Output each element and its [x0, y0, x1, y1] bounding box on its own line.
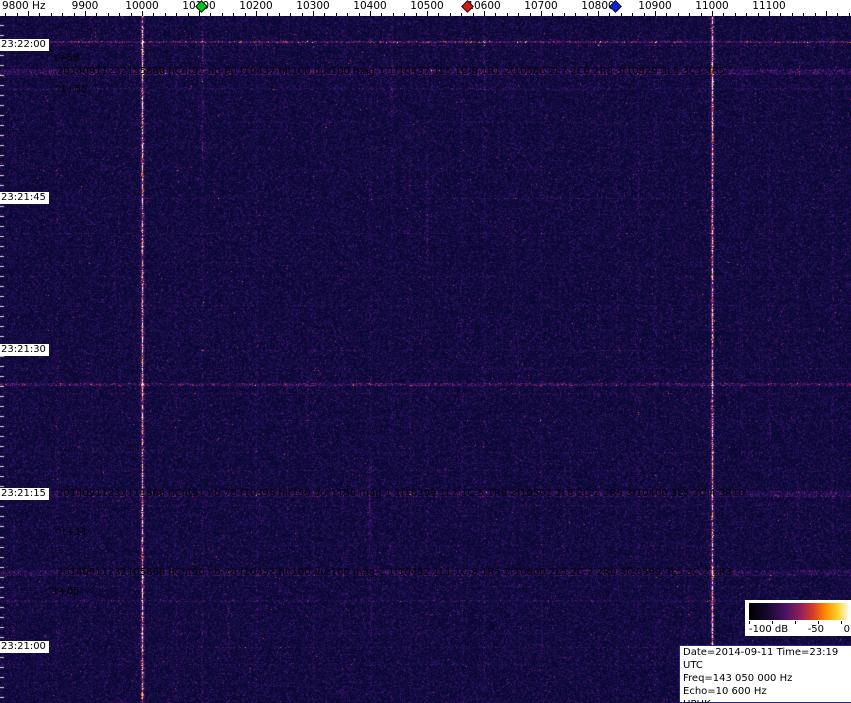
freq-axis-minor-tick	[51, 13, 52, 16]
freq-axis-minor-tick	[530, 13, 531, 16]
freq-axis-minor-tick	[780, 13, 781, 16]
freq-axis-minor-tick	[632, 13, 633, 16]
freq-axis-minor-tick	[552, 13, 553, 16]
info-station-id: HPHK	[683, 698, 851, 703]
freq-axis-minor-tick	[96, 13, 97, 16]
freq-axis-minor-tick	[267, 13, 268, 16]
freq-axis-minor-tick	[5, 13, 6, 16]
time-offset-marker: ^t+58	[46, 53, 80, 64]
freq-axis-minor-tick	[290, 13, 291, 16]
freq-axis-minor-tick	[165, 13, 166, 16]
freq-axis-minor-tick	[62, 13, 63, 16]
freq-tick-label: 10400	[353, 0, 387, 12]
freq-axis-minor-tick	[336, 13, 337, 16]
colorbar-gradient	[749, 603, 850, 620]
freq-axis-minor-tick	[621, 13, 622, 16]
freq-axis-minor-tick	[17, 13, 18, 16]
freq-axis-minor-tick	[678, 13, 679, 16]
freq-axis-minor-tick	[575, 13, 576, 16]
freq-axis-minor-tick	[507, 13, 508, 16]
time-offset-marker: ^t+55	[54, 84, 88, 95]
freq-axis-minor-tick	[701, 13, 702, 16]
detection-event-text: 20140911232111868 hCnt91 nb-78 f10399 hi…	[57, 488, 745, 499]
freq-axis-minor-tick	[188, 13, 189, 16]
freq-axis-minor-tick	[746, 13, 747, 16]
freq-axis-minor-tick	[416, 13, 417, 16]
freq-tick-label: 11100	[752, 0, 786, 12]
freq-axis-minor-tick	[245, 13, 246, 16]
info-echo-frequency: Echo=10 600 Hz	[683, 686, 767, 697]
freq-tick-label: 10000	[125, 0, 159, 12]
freq-axis-minor-tick	[438, 13, 439, 16]
freq-axis-minor-tick	[723, 13, 724, 16]
time-offset-marker: ^t+05	[46, 586, 80, 597]
freq-axis-minor-tick	[210, 13, 211, 16]
freq-axis-minor-tick	[404, 13, 405, 16]
freq-tick-label: 9800 Hz	[2, 0, 46, 12]
freq-tick-label: 9900	[71, 0, 99, 12]
info-date-time: Date=2014-09-11 Time=23:19 UTC	[683, 647, 839, 671]
freq-axis-minor-tick	[587, 13, 588, 16]
freq-axis-minor-tick	[347, 13, 348, 16]
freq-axis-minor-tick	[302, 13, 303, 16]
freq-axis-minor-tick	[473, 13, 474, 16]
freq-axis-minor-tick	[131, 13, 132, 16]
detection-annotations: 20140911232155868 hCnt92 nb-80 f10437 hi…	[0, 0, 851, 703]
freq-axis-minor-tick	[518, 13, 519, 16]
freq-axis-minor-tick	[324, 13, 325, 16]
detection-event-text: 20140911232155868 hCnt92 nb-80 f10437 hi…	[57, 66, 725, 77]
freq-axis-minor-tick	[815, 13, 816, 16]
freq-axis-minor-tick	[735, 13, 736, 16]
freq-axis-minor-tick	[689, 13, 690, 16]
freq-axis-minor-tick	[837, 13, 838, 16]
freq-axis-minor-tick	[792, 13, 793, 16]
time-offset-marker: ^t+11	[54, 527, 88, 538]
freq-tick-label: 10300	[296, 0, 330, 12]
frequency-axis: 9800 Hz990010000101001020010300104001050…	[0, 0, 851, 16]
freq-axis-minor-tick	[644, 13, 645, 16]
freq-axis-minor-tick	[495, 13, 496, 16]
freq-axis-minor-tick	[74, 13, 75, 16]
colorbar-label-mid: -50	[807, 624, 825, 635]
freq-axis-minor-tick	[666, 13, 667, 16]
freq-axis-minor-tick	[233, 13, 234, 16]
info-frequency: Freq=143 050 000 Hz	[683, 673, 793, 684]
freq-axis-minor-tick	[803, 13, 804, 16]
spectrogram-display: 9800 Hz990010000101001020010300104001050…	[0, 0, 851, 703]
freq-axis-major-tick	[826, 11, 827, 16]
freq-tick-label: 10900	[638, 0, 672, 12]
colorbar-legend: -100 dB -50 0	[745, 600, 851, 636]
colorbar-label-max: 0	[843, 624, 850, 635]
freq-axis-minor-tick	[609, 13, 610, 16]
freq-axis-minor-tick	[849, 13, 850, 16]
freq-axis-minor-tick	[176, 13, 177, 16]
colorbar-labels: -100 dB -50 0	[749, 624, 850, 635]
freq-axis-minor-tick	[758, 13, 759, 16]
freq-tick-label: 10200	[239, 0, 273, 12]
freq-axis-minor-tick	[119, 13, 120, 16]
freq-axis-minor-tick	[39, 13, 40, 16]
freq-axis-minor-tick	[461, 13, 462, 16]
freq-axis-minor-tick	[279, 13, 280, 16]
freq-axis-minor-tick	[393, 13, 394, 16]
colorbar-label-min: -100 dB	[749, 624, 789, 635]
freq-axis-minor-tick	[153, 13, 154, 16]
freq-tick-label: 11000	[695, 0, 729, 12]
freq-axis-minor-tick	[222, 13, 223, 16]
detection-event-text: 20140911232105868 hCnt90 nb-78 f10452 hi…	[57, 567, 733, 578]
freq-axis-minor-tick	[564, 13, 565, 16]
freq-axis-minor-tick	[108, 13, 109, 16]
freq-axis-minor-tick	[381, 13, 382, 16]
freq-axis-minor-tick	[450, 13, 451, 16]
freq-tick-label: 10700	[524, 0, 558, 12]
info-box: Date=2014-09-11 Time=23:19 UTC Freq=143 …	[679, 645, 851, 703]
freq-axis-minor-tick	[359, 13, 360, 16]
freq-tick-label: 10500	[410, 0, 444, 12]
